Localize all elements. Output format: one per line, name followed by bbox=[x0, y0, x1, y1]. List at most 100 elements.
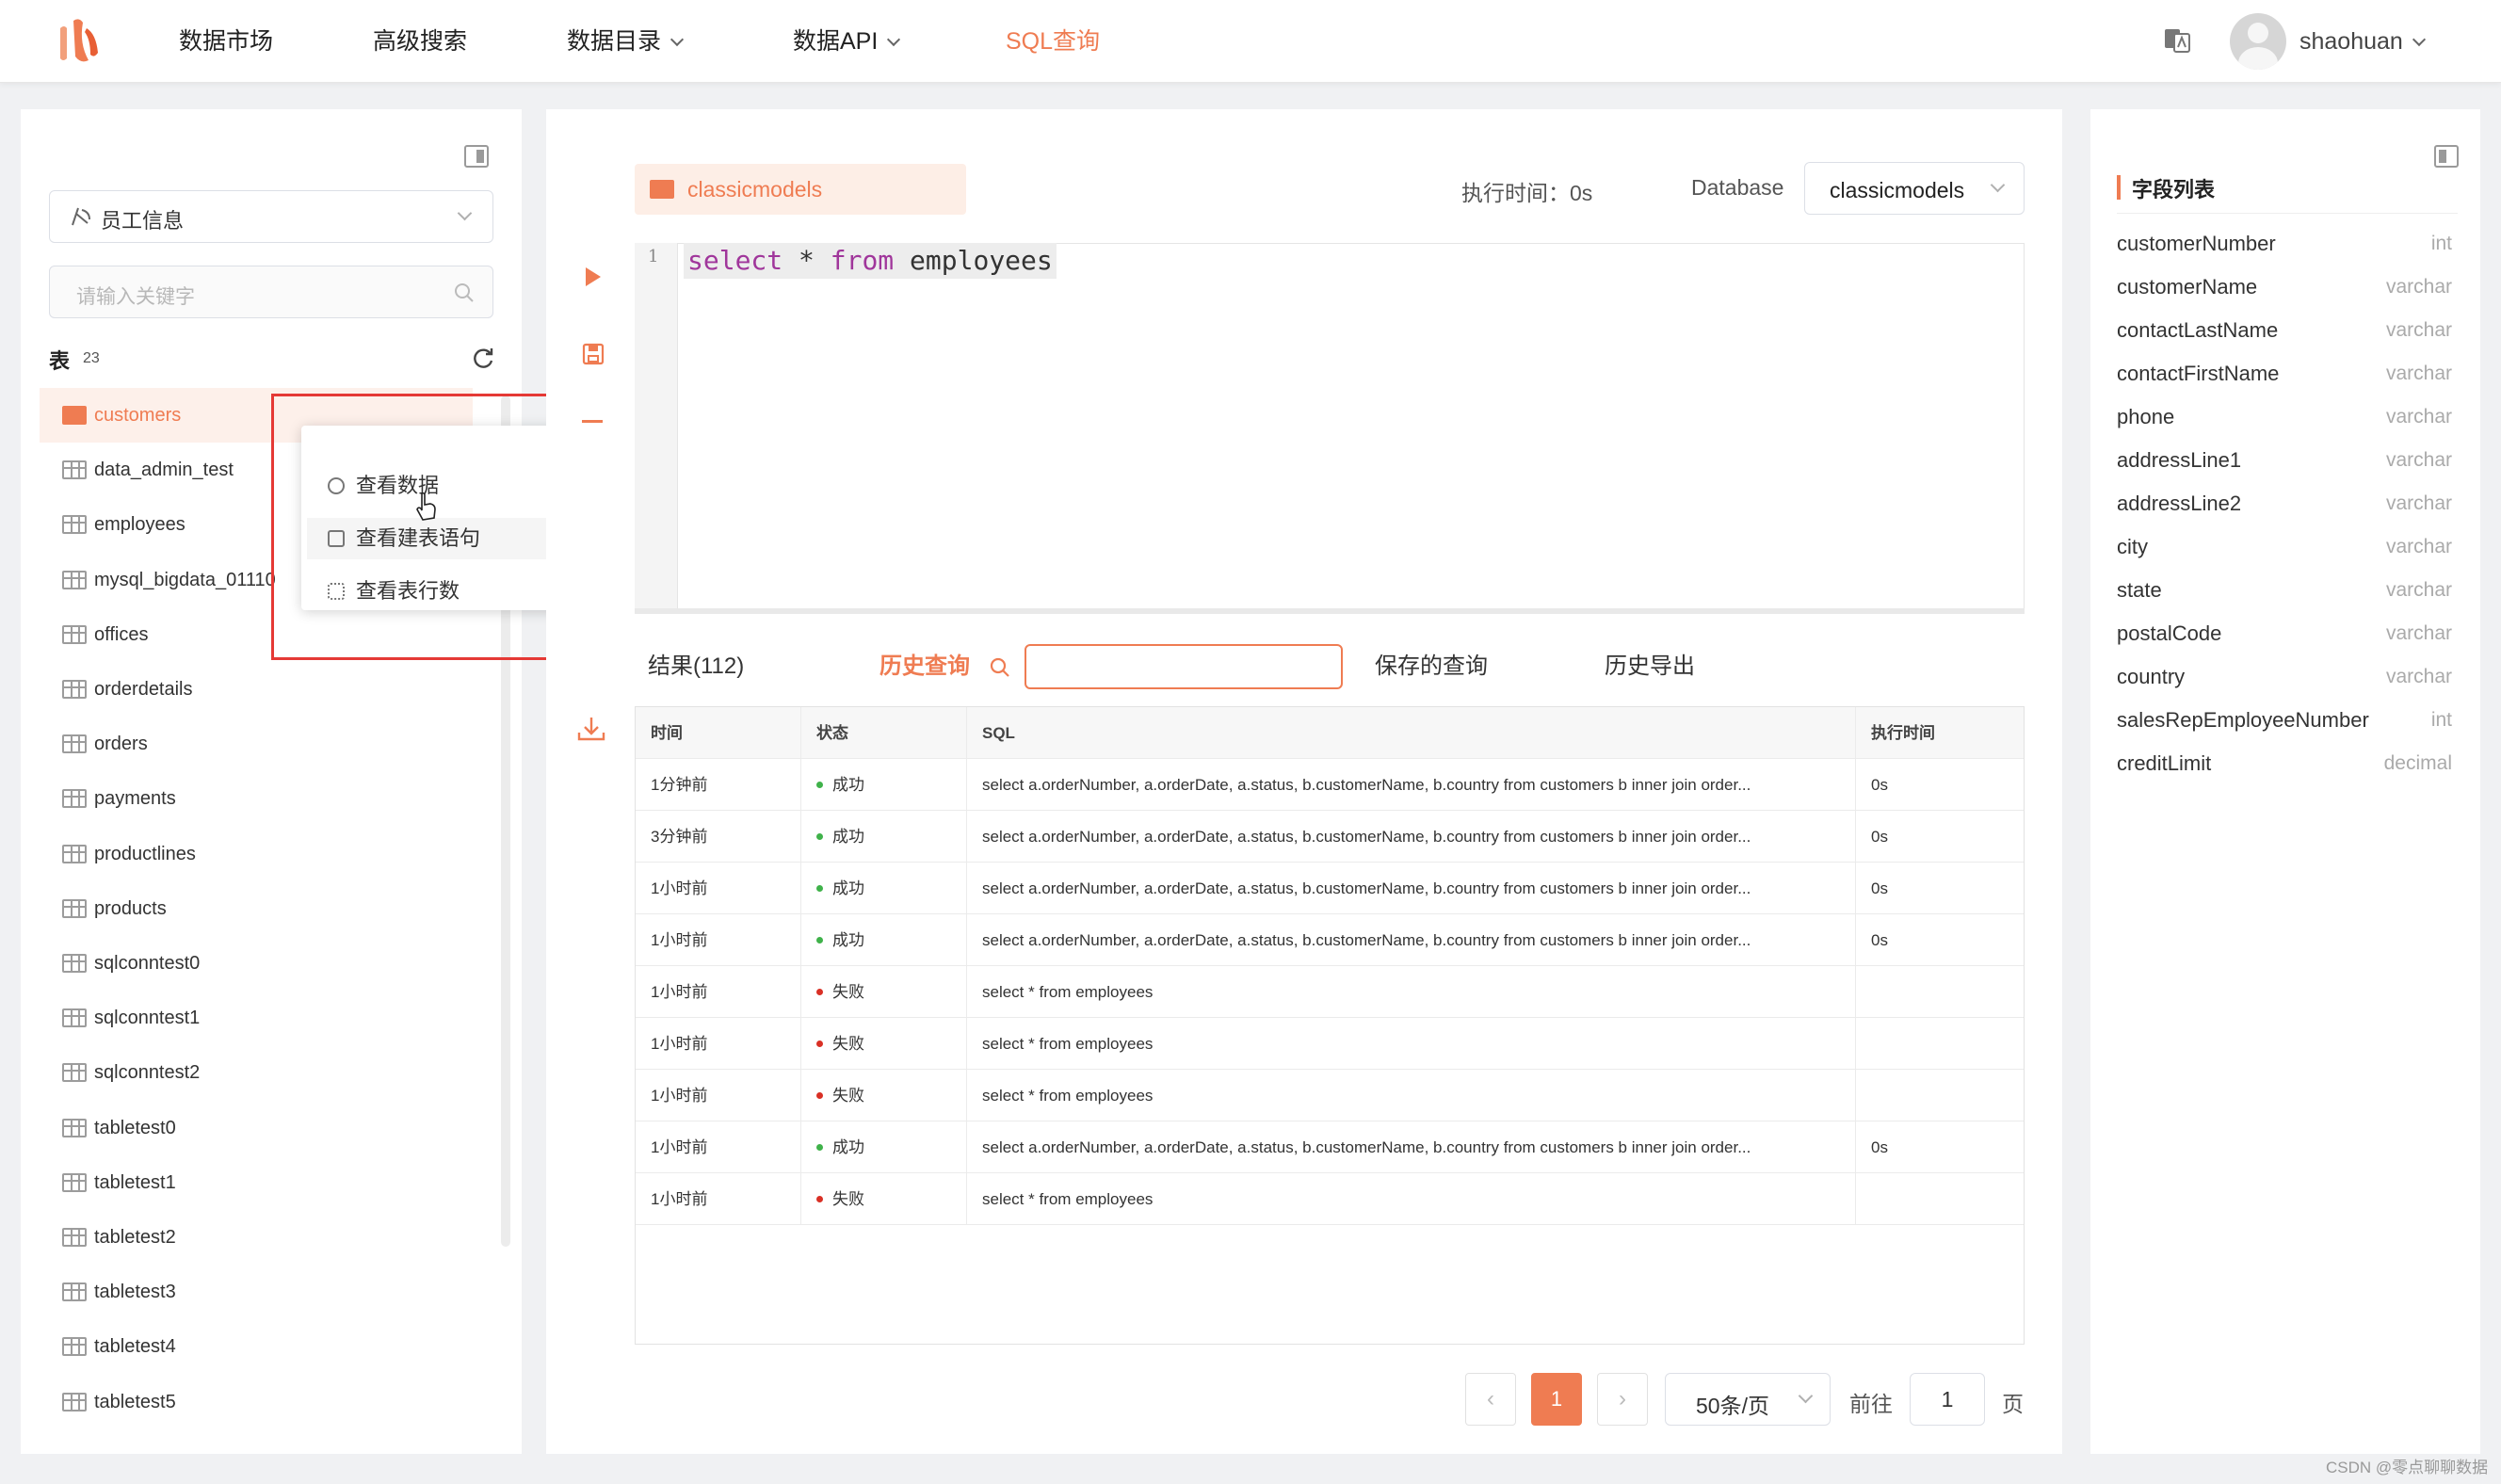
sql-cell: select a.orderNumber, a.orderDate, a.sta… bbox=[967, 914, 1856, 966]
translate-icon[interactable] bbox=[2164, 28, 2190, 53]
user-menu[interactable]: shaohuan bbox=[2299, 0, 2426, 83]
divider bbox=[2117, 213, 2458, 214]
history-search-input[interactable] bbox=[1025, 644, 1343, 689]
nav-sql-query[interactable]: SQL查询 bbox=[1006, 0, 1100, 83]
run-icon[interactable] bbox=[584, 266, 603, 288]
app-logo[interactable] bbox=[55, 15, 105, 66]
field-item[interactable]: addressLine2 varchar bbox=[2117, 482, 2452, 525]
table-list-item[interactable]: payments bbox=[40, 771, 473, 826]
goto-label: 前往 bbox=[1849, 1392, 1893, 1416]
table-name: mysql_bigdata_01110 bbox=[94, 569, 276, 590]
nav-data-catalog-label: 数据目录 bbox=[567, 28, 662, 55]
table-row[interactable]: 1小时前 成功 select a.orderNumber, a.orderDate,… bbox=[636, 863, 2024, 914]
database-dropdown-value: classicmodels bbox=[1830, 178, 1965, 202]
page-button-current[interactable]: 1 bbox=[1531, 1373, 1582, 1426]
field-item[interactable]: state varchar bbox=[2117, 569, 2452, 612]
field-item[interactable]: contactLastName varchar bbox=[2117, 309, 2452, 352]
table-icon bbox=[62, 1392, 87, 1411]
avatar[interactable] bbox=[2230, 13, 2286, 70]
editor-tab[interactable]: classicmodels bbox=[635, 164, 966, 215]
tab-history[interactable]: 历史查询 bbox=[879, 640, 970, 693]
table-name: tabletest4 bbox=[94, 1336, 176, 1358]
table-header-row: 时间 状态 SQL 执行时间 bbox=[636, 707, 2024, 759]
search-icon[interactable] bbox=[453, 282, 476, 304]
field-type: varchar bbox=[2385, 536, 2452, 557]
table-row[interactable]: 3分钟前 成功 select a.orderNumber, a.orderDate,… bbox=[636, 811, 2024, 863]
status-dot-icon bbox=[816, 885, 823, 892]
chevron-down-icon bbox=[670, 32, 685, 47]
status-label: 成功 bbox=[832, 879, 864, 897]
table-list-item[interactable]: sqlconntest1 bbox=[40, 991, 473, 1045]
chevron-down-icon bbox=[887, 32, 901, 47]
table-icon bbox=[62, 515, 87, 535]
connection-icon bbox=[72, 207, 90, 226]
prev-page-button[interactable]: ‹ bbox=[1465, 1373, 1516, 1426]
sql-cell: select a.orderNumber, a.orderDate, a.sta… bbox=[967, 811, 1856, 863]
status-dot-icon bbox=[816, 1040, 823, 1047]
table-list-item[interactable]: products bbox=[40, 881, 473, 936]
status-cell: 成功 bbox=[801, 1121, 967, 1173]
table-list-item[interactable]: tabletest4 bbox=[40, 1319, 473, 1374]
table-row[interactable]: 1小时前 失败 select * from employees bbox=[636, 1018, 2024, 1070]
save-icon[interactable] bbox=[582, 343, 605, 365]
watermark: CSDN @零点聊聊数据 bbox=[2326, 1459, 2489, 1476]
table-list-item[interactable]: tabletest2 bbox=[40, 1210, 473, 1265]
table-row[interactable]: 1小时前 失败 select * from employees bbox=[636, 1070, 2024, 1121]
tab-results[interactable]: 结果(112) bbox=[648, 640, 744, 693]
status-dot-icon bbox=[816, 1196, 823, 1202]
table-list-item[interactable]: sqlconntest2 bbox=[40, 1045, 473, 1100]
editor-resize-handle[interactable] bbox=[635, 608, 2025, 614]
keyword-select: select bbox=[687, 245, 783, 276]
duration-cell: 0s bbox=[1871, 931, 1888, 949]
table-list-item[interactable]: productlines bbox=[40, 827, 473, 881]
search-icon[interactable] bbox=[989, 656, 1011, 679]
tab-saved-queries[interactable]: 保存的查询 bbox=[1375, 640, 1488, 693]
duration-cell: 0s bbox=[1871, 879, 1888, 897]
field-item[interactable]: contactFirstName varchar bbox=[2117, 352, 2452, 395]
field-item[interactable]: country varchar bbox=[2117, 655, 2452, 699]
field-item[interactable]: salesRepEmployeeNumber int bbox=[2117, 699, 2452, 742]
field-item[interactable]: addressLine1 varchar bbox=[2117, 439, 2452, 482]
table-row[interactable]: 1分钟前 成功 select a.orderNumber, a.orderDate,… bbox=[636, 759, 2024, 811]
table-list-item[interactable]: sqlconntest0 bbox=[40, 936, 473, 991]
collapse-right-icon[interactable] bbox=[2434, 145, 2459, 168]
table-list-item[interactable]: tabletest0 bbox=[40, 1101, 473, 1155]
field-item[interactable]: phone varchar bbox=[2117, 395, 2452, 439]
status-cell: 失败 bbox=[801, 1018, 967, 1070]
table-list-item[interactable]: tabletest1 bbox=[40, 1155, 473, 1210]
format-icon[interactable] bbox=[582, 420, 603, 423]
time-cell: 1小时前 bbox=[636, 914, 801, 966]
field-item[interactable]: city varchar bbox=[2117, 525, 2452, 569]
table-search-input[interactable]: 请输入关键字 bbox=[49, 266, 493, 318]
table-row[interactable]: 1小时前 成功 select a.orderNumber, a.orderDate,… bbox=[636, 914, 2024, 966]
code-star: * bbox=[783, 245, 831, 276]
tab-history-export[interactable]: 历史导出 bbox=[1605, 640, 1695, 693]
next-page-button[interactable]: › bbox=[1597, 1373, 1648, 1426]
field-item[interactable]: creditLimit decimal bbox=[2117, 742, 2452, 785]
download-icon[interactable] bbox=[576, 716, 606, 742]
nav-advanced-search[interactable]: 高级搜索 bbox=[373, 0, 467, 83]
table-list-item[interactable]: orders bbox=[40, 717, 473, 771]
nav-data-api[interactable]: 数据API bbox=[793, 0, 901, 83]
field-item[interactable]: customerName varchar bbox=[2117, 266, 2452, 309]
sql-code-line[interactable]: select * from employees bbox=[684, 243, 1057, 279]
table-row[interactable]: 1小时前 失败 select * from employees bbox=[636, 1173, 2024, 1225]
database-dropdown[interactable]: classicmodels bbox=[1804, 162, 2025, 215]
table-row[interactable]: 1小时前 成功 select a.orderNumber, a.orderDate,… bbox=[636, 1121, 2024, 1173]
table-list-item[interactable]: tabletest3 bbox=[40, 1265, 473, 1319]
table-list-item[interactable]: orderdetails bbox=[40, 662, 473, 717]
nav-data-catalog[interactable]: 数据目录 bbox=[567, 0, 685, 83]
table-list-item[interactable]: tabletest5 bbox=[40, 1375, 473, 1429]
page-size-select[interactable]: 50条/页 bbox=[1665, 1373, 1831, 1426]
goto-page-input[interactable]: 1 bbox=[1910, 1373, 1985, 1426]
field-item[interactable]: customerNumber int bbox=[2117, 222, 2452, 266]
table-icon bbox=[62, 680, 87, 699]
field-item[interactable]: postalCode varchar bbox=[2117, 612, 2452, 655]
collapse-left-icon[interactable] bbox=[464, 145, 489, 168]
nav-data-market[interactable]: 数据市场 bbox=[179, 0, 273, 83]
page-suffix: 页 bbox=[2002, 1392, 2024, 1416]
refresh-icon[interactable] bbox=[471, 347, 495, 371]
database-select[interactable]: 员工信息 bbox=[49, 190, 493, 243]
sql-editor[interactable] bbox=[635, 243, 2025, 614]
table-row[interactable]: 1小时前 失败 select * from employees bbox=[636, 966, 2024, 1018]
